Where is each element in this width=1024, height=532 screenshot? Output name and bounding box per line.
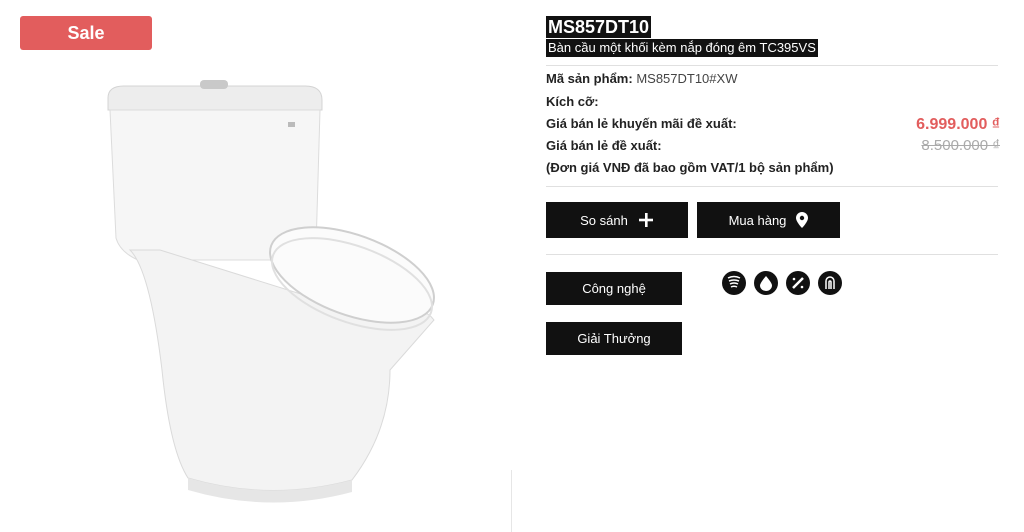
product-code-title: MS857DT10 [546,16,652,38]
plus-icon [638,212,654,228]
divider-bottom [546,254,998,255]
buy-label: Mua hàng [728,212,787,228]
sku-label: Mã sản phẩm: [546,71,633,86]
compare-button[interactable]: So sánh [546,202,688,238]
product-info: MS857DT10 Bàn cầu một khối kèm nắp đóng … [546,16,1006,355]
awards-label: Giải Thưởng [577,331,651,346]
nozzle-clean-icon[interactable] [786,271,810,295]
price-note: (Đơn giá VNĐ đã bao gồm VAT/1 bộ sản phẩ… [546,160,834,175]
sku-value: MS857DT10#XW [636,71,738,86]
buy-button[interactable]: Mua hàng [697,202,840,238]
size-label: Kích cỡ: [546,94,599,109]
sale-badge: Sale [20,16,152,50]
product-name: Bàn cầu một khối kèm nắp đóng êm TC395VS [546,39,818,57]
size-row: Kích cỡ: [546,94,599,109]
location-pin-icon [796,212,809,228]
retail-price-row: Giá bán lẻ đề xuất: [546,138,662,153]
sku-row: Mã sản phẩm: MS857DT10#XW [546,71,737,86]
sale-price-row: Giá bán lẻ khuyến mãi đề xuất: [546,116,737,131]
column-divider [511,470,512,532]
awards-button[interactable]: Giải Thưởng [546,322,682,355]
siphon-icon[interactable] [818,271,842,295]
retail-price: 8.500.000 ₫ [921,137,1000,154]
divider-middle [546,186,998,187]
tornado-flush-icon[interactable] [722,271,746,295]
technology-button[interactable]: Công nghệ [546,272,682,305]
product-image [107,80,435,503]
retail-price-label: Giá bán lẻ đề xuất: [546,138,662,153]
technology-label: Công nghệ [582,281,646,296]
technology-icons [722,271,842,295]
price-note-text: (Đơn giá VNĐ đã bao gồm VAT/1 bộ sản phẩ… [546,160,834,175]
sale-price: 6.999.000 ₫ [916,116,1000,133]
divider-top [546,65,998,66]
sale-price-label: Giá bán lẻ khuyến mãi đề xuất: [546,116,737,131]
compare-label: So sánh [580,212,628,228]
water-drop-icon[interactable] [754,271,778,295]
